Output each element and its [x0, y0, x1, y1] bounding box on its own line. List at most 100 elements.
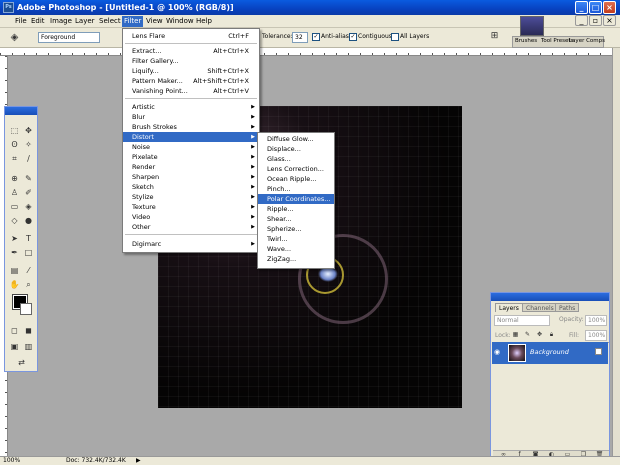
menu-help[interactable]: Help — [196, 17, 212, 25]
menu-item-stylize[interactable]: Stylize ▶ — [123, 192, 259, 202]
lasso-tool-icon[interactable]: ʘ — [8, 139, 21, 150]
menu-item-filter-gallery[interactable]: Filter Gallery... — [123, 56, 259, 66]
menu-item-vanishing-point[interactable]: Vanishing Point... Alt+Ctrl+V — [123, 86, 259, 96]
menu-item-digimarc[interactable]: Digimarc ▶ — [123, 239, 259, 249]
pen-tool-icon[interactable]: ✒ — [8, 247, 21, 258]
clone-stamp-icon[interactable]: ♙ — [8, 187, 21, 198]
submenu-item-glass[interactable]: Glass... — [258, 154, 334, 164]
submenu-item-shear[interactable]: Shear... — [258, 214, 334, 224]
menu-file[interactable]: File — [15, 17, 27, 25]
notes-tool-icon[interactable]: ▤ — [8, 265, 21, 276]
status-arrow-icon[interactable]: ▶ — [136, 457, 141, 465]
menu-item-video[interactable]: Video ▶ — [123, 212, 259, 222]
submenu-item-twirl[interactable]: Twirl... — [258, 234, 334, 244]
dodge-tool-icon[interactable]: ● — [22, 215, 35, 226]
menu-item-pattern-maker[interactable]: Pattern Maker... Alt+Shift+Ctrl+X — [123, 76, 259, 86]
contiguous-checkbox[interactable]: ✓ — [349, 33, 357, 41]
jump-to-imageready-icon[interactable]: ⇄ — [15, 357, 28, 368]
submenu-item-lens-correction[interactable]: Lens Correction... — [258, 164, 334, 174]
palette-well-thumbnail[interactable] — [520, 16, 544, 36]
tab-layer-comps[interactable]: Layer Comps — [569, 38, 605, 44]
menu-item-pixelate[interactable]: Pixelate ▶ — [123, 152, 259, 162]
lock-all-icon[interactable]: 🔒︎ — [545, 329, 558, 340]
tab-layers[interactable]: Layers — [495, 303, 523, 312]
menu-item-brush-strokes[interactable]: Brush Strokes ▶ — [123, 122, 259, 132]
screen-mode-full-icon[interactable]: ▥ — [22, 341, 35, 352]
fill-input[interactable]: 100% — [585, 330, 607, 341]
quick-mask-icon[interactable]: ◼ — [22, 325, 35, 336]
zoom-tool-icon[interactable]: ⌕ — [22, 279, 35, 290]
menu-item-distort[interactable]: Distort ▶ — [123, 132, 259, 142]
submenu-item-wave[interactable]: Wave... — [258, 244, 334, 254]
fill-source-select[interactable]: Foreground — [38, 32, 100, 43]
layer-row-background[interactable]: ◉ Background — [492, 342, 608, 364]
toolbox-header[interactable] — [5, 107, 37, 115]
history-brush-icon[interactable]: ✐ — [22, 187, 35, 198]
minimize-button[interactable]: _ — [575, 1, 588, 14]
blur-tool-icon[interactable]: ◇ — [8, 215, 21, 226]
screen-mode-standard-icon[interactable]: ▣ — [8, 341, 21, 352]
tolerance-input[interactable]: 32 — [292, 32, 308, 43]
vertical-scrollbar[interactable] — [612, 48, 620, 456]
crop-tool-icon[interactable]: ⌗ — [8, 153, 21, 164]
close-button[interactable]: × — [603, 1, 616, 14]
maximize-button[interactable]: □ — [589, 1, 602, 14]
opacity-input[interactable]: 100% — [585, 315, 607, 326]
zoom-level[interactable]: 100% — [3, 457, 20, 465]
tab-channels[interactable]: Channels — [522, 303, 558, 312]
healing-brush-icon[interactable]: ⊕ — [8, 173, 21, 184]
brush-tool-icon[interactable]: ✎ — [22, 173, 35, 184]
submenu-item-diffuse-glow[interactable]: Diffuse Glow... — [258, 134, 334, 144]
paint-bucket-icon[interactable]: ◈ — [8, 32, 21, 43]
menu-view[interactable]: View — [146, 17, 163, 25]
menu-item-liquify[interactable]: Liquify... Shift+Ctrl+X — [123, 66, 259, 76]
hand-tool-icon[interactable]: ✋ — [8, 279, 21, 290]
doc-restore-button[interactable]: ▫ — [589, 15, 602, 26]
menu-edit[interactable]: Edit — [31, 17, 45, 25]
path-selection-icon[interactable]: ➤ — [8, 233, 21, 244]
layers-panel-header[interactable] — [491, 293, 609, 301]
menu-item-lens-flare[interactable]: Lens Flare Ctrl+F — [123, 31, 259, 41]
palette-well-icon[interactable]: ⊞ — [488, 31, 501, 42]
submenu-item-polar-coordinates[interactable]: Polar Coordinates... — [258, 194, 334, 204]
marquee-tool-icon[interactable]: ⬚ — [8, 125, 21, 136]
blend-mode-select[interactable]: Normal — [494, 315, 550, 326]
menu-item-blur[interactable]: Blur ▶ — [123, 112, 259, 122]
antialias-checkbox[interactable]: ✓ — [312, 33, 320, 41]
menu-item-artistic[interactable]: Artistic ▶ — [123, 102, 259, 112]
submenu-item-ocean-ripple[interactable]: Ocean Ripple... — [258, 174, 334, 184]
submenu-item-displace[interactable]: Displace... — [258, 144, 334, 154]
menu-item-noise[interactable]: Noise ▶ — [123, 142, 259, 152]
menu-filter[interactable]: Filter — [122, 16, 144, 27]
menu-layer[interactable]: Layer — [75, 17, 95, 25]
submenu-item-spherize[interactable]: Spherize... — [258, 224, 334, 234]
tab-brushes[interactable]: Brushes — [515, 38, 537, 44]
visibility-eye-icon[interactable]: ◉ — [494, 348, 504, 356]
submenu-item-ripple[interactable]: Ripple... — [258, 204, 334, 214]
eraser-icon[interactable]: ▭ — [8, 201, 21, 212]
doc-close-button[interactable]: × — [603, 15, 616, 26]
menu-item-texture[interactable]: Texture ▶ — [123, 202, 259, 212]
doc-minimize-button[interactable]: _ — [575, 15, 588, 26]
paint-bucket-tool-icon[interactable]: ◈ — [22, 201, 35, 212]
shape-tool-icon[interactable]: □ — [22, 247, 35, 258]
move-tool-icon[interactable]: ✥ — [22, 125, 35, 136]
menu-item-sharpen[interactable]: Sharpen ▶ — [123, 172, 259, 182]
menu-item-other[interactable]: Other ▶ — [123, 222, 259, 232]
eyedropper-icon[interactable]: ⁄ — [22, 265, 35, 276]
menu-image[interactable]: Image — [50, 17, 72, 25]
submenu-item-zigzag[interactable]: ZigZag... — [258, 254, 334, 264]
menu-window[interactable]: Window — [166, 17, 194, 25]
menu-select[interactable]: Select — [99, 17, 121, 25]
menu-item-sketch[interactable]: Sketch ▶ — [123, 182, 259, 192]
background-color-swatch[interactable] — [20, 303, 32, 315]
type-tool-icon[interactable]: T — [22, 233, 35, 244]
tab-paths[interactable]: Paths — [555, 303, 580, 312]
all-layers-checkbox[interactable] — [391, 33, 399, 41]
submenu-item-pinch[interactable]: Pinch... — [258, 184, 334, 194]
menu-item-extract[interactable]: Extract... Alt+Ctrl+X — [123, 46, 259, 56]
slice-tool-icon[interactable]: ∕ — [22, 153, 35, 164]
standard-mode-icon[interactable]: ◻ — [8, 325, 21, 336]
menu-item-render[interactable]: Render ▶ — [123, 162, 259, 172]
magic-wand-icon[interactable]: ✧ — [22, 139, 35, 150]
